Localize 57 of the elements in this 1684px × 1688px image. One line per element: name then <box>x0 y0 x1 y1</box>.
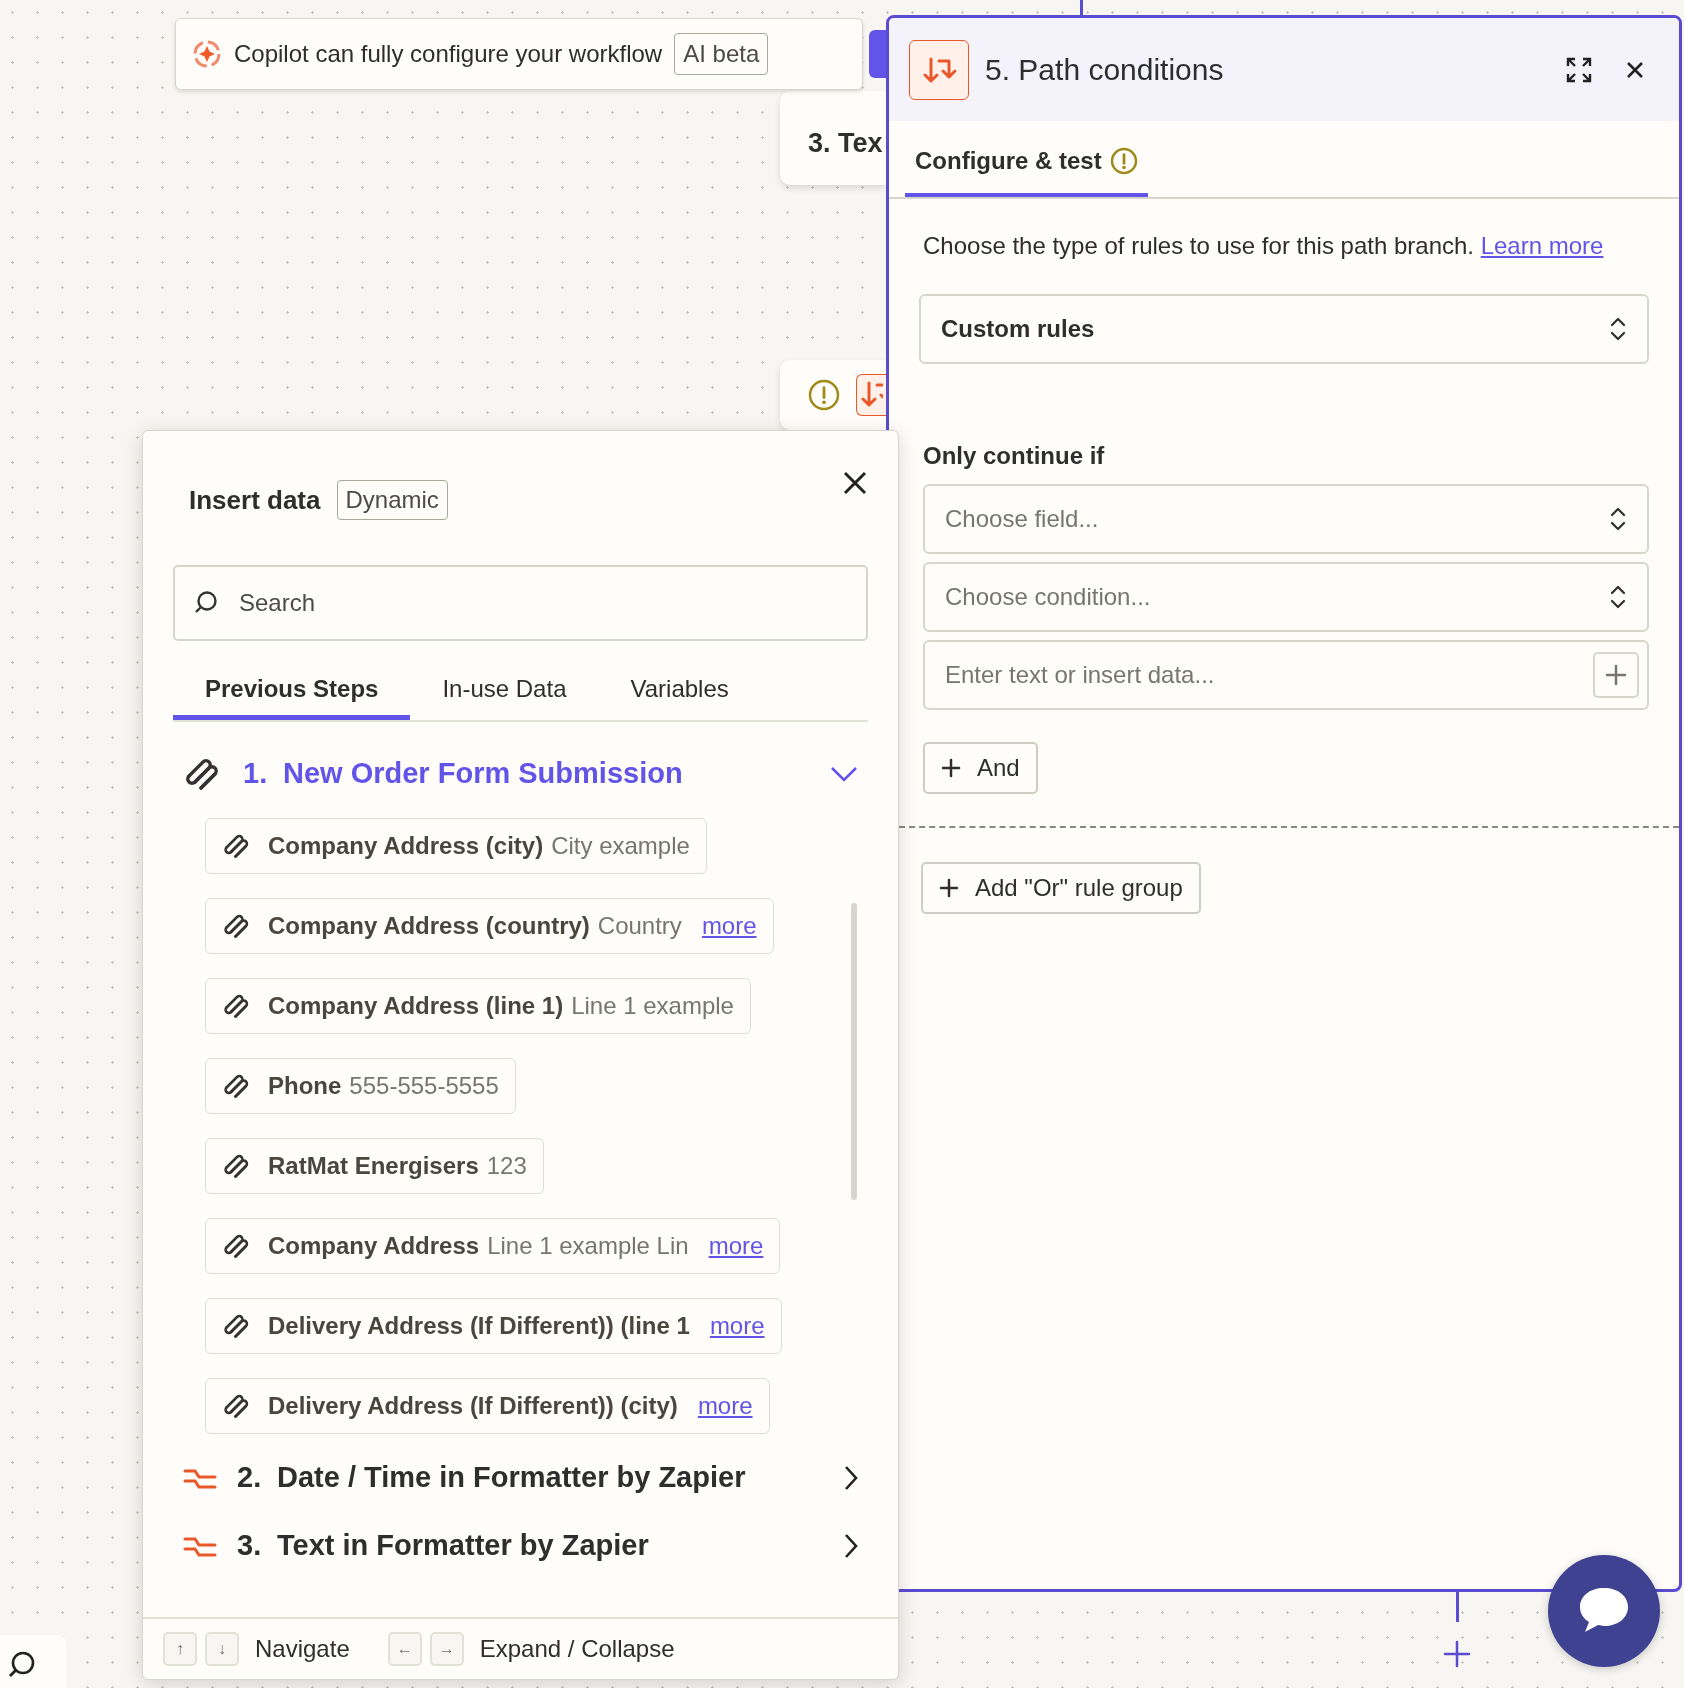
and-button[interactable]: And <box>923 741 1038 794</box>
step-row[interactable]: 3. Text in Formatter by Zapier <box>143 1512 898 1580</box>
data-field-chip[interactable]: Company Address (line 1) Line 1 example <box>205 978 751 1034</box>
hint-text: Expand / Collapse <box>479 1634 675 1664</box>
field-value: Country <box>597 911 682 941</box>
data-field-chip[interactable]: Company Address (country) Country more <box>205 898 774 954</box>
search-field[interactable]: Search <box>173 565 868 641</box>
more-link[interactable]: more <box>697 1388 753 1424</box>
more-link[interactable]: more <box>709 1308 765 1344</box>
key-hint: → <box>429 1632 464 1666</box>
field-value: 555-555-5555 <box>349 1071 499 1101</box>
section-label: Only continue if <box>923 440 1106 471</box>
input-field[interactable]: Enter text or insert data... <box>923 639 1649 710</box>
key-hint: ↑ <box>163 1632 197 1666</box>
field-label: Company Address (line 1) <box>268 991 564 1021</box>
tab[interactable]: Previous Steps <box>173 665 411 720</box>
canvas-node-card[interactable]: 3. Tex <box>780 91 886 185</box>
key-hint: ← <box>387 1632 422 1666</box>
hint-text: Navigate <box>255 1634 350 1664</box>
field-label: Delivery Address (If Different)) (line 1 <box>268 1311 690 1341</box>
field-label: RatMat Energisers <box>268 1151 479 1181</box>
field-value: 123 <box>486 1151 527 1181</box>
copilot-banner[interactable]: Copilot can fully configure your workflow AI beta <box>175 18 863 90</box>
add-or-group-button[interactable]: Add "Or" rule group <box>921 861 1201 914</box>
node-title: 3. Tex <box>808 127 884 160</box>
field-label: Company Address (country) <box>268 911 590 941</box>
banner-text: Copilot can fully configure your workflow <box>234 39 663 69</box>
field-value: City example <box>551 831 690 861</box>
step-row[interactable]: 1. New Order Form Submission <box>143 740 898 808</box>
field-label: Phone <box>268 1071 342 1101</box>
field-value: Line 1 example Lin <box>487 1231 689 1261</box>
data-field-chip[interactable]: Delivery Address (If Different)) (city) more <box>205 1378 770 1434</box>
field-label: Delivery Address (If Different)) (city) <box>268 1391 678 1421</box>
more-link[interactable]: more <box>708 1228 764 1264</box>
tab[interactable]: In-use Data <box>410 665 599 720</box>
step-row[interactable]: 2. Date / Time in Formatter by Zapier <box>143 1444 898 1512</box>
data-field-chip[interactable]: Phone 555-555-5555 <box>205 1058 516 1114</box>
learn-more-link[interactable]: Learn more <box>1480 232 1604 259</box>
more-link[interactable]: more <box>701 908 757 944</box>
data-field-chip[interactable]: Delivery Address (If Different)) (line 1 more <box>205 1298 782 1354</box>
description-text: Choose the type of rules to use for this path branch. Learn more <box>923 231 1605 261</box>
panel-title: Insert data <box>189 483 321 517</box>
data-field-chip[interactable]: Company Address Line 1 example Lin more <box>205 1218 781 1274</box>
ai-beta-badge: AI beta <box>674 33 769 75</box>
rule-type-select[interactable]: Custom rules <box>919 293 1649 364</box>
data-field-chip[interactable]: Company Address (city) City example <box>205 818 707 874</box>
dynamic-badge: Dynamic <box>336 480 448 520</box>
select-field[interactable]: Choose field... <box>923 483 1649 554</box>
select-field[interactable]: Choose condition... <box>923 561 1649 632</box>
tab[interactable]: Variables <box>598 665 761 720</box>
field-label: Company Address (city) <box>268 831 544 861</box>
data-field-chip[interactable]: RatMat Energisers 123 <box>205 1138 544 1194</box>
field-label: Company Address <box>268 1231 480 1261</box>
tab[interactable]: Configure & test <box>905 129 1148 197</box>
key-hint: ↓ <box>205 1632 239 1666</box>
panel-title: 5. Path conditions <box>985 52 1225 88</box>
field-value: Line 1 example <box>571 991 734 1021</box>
